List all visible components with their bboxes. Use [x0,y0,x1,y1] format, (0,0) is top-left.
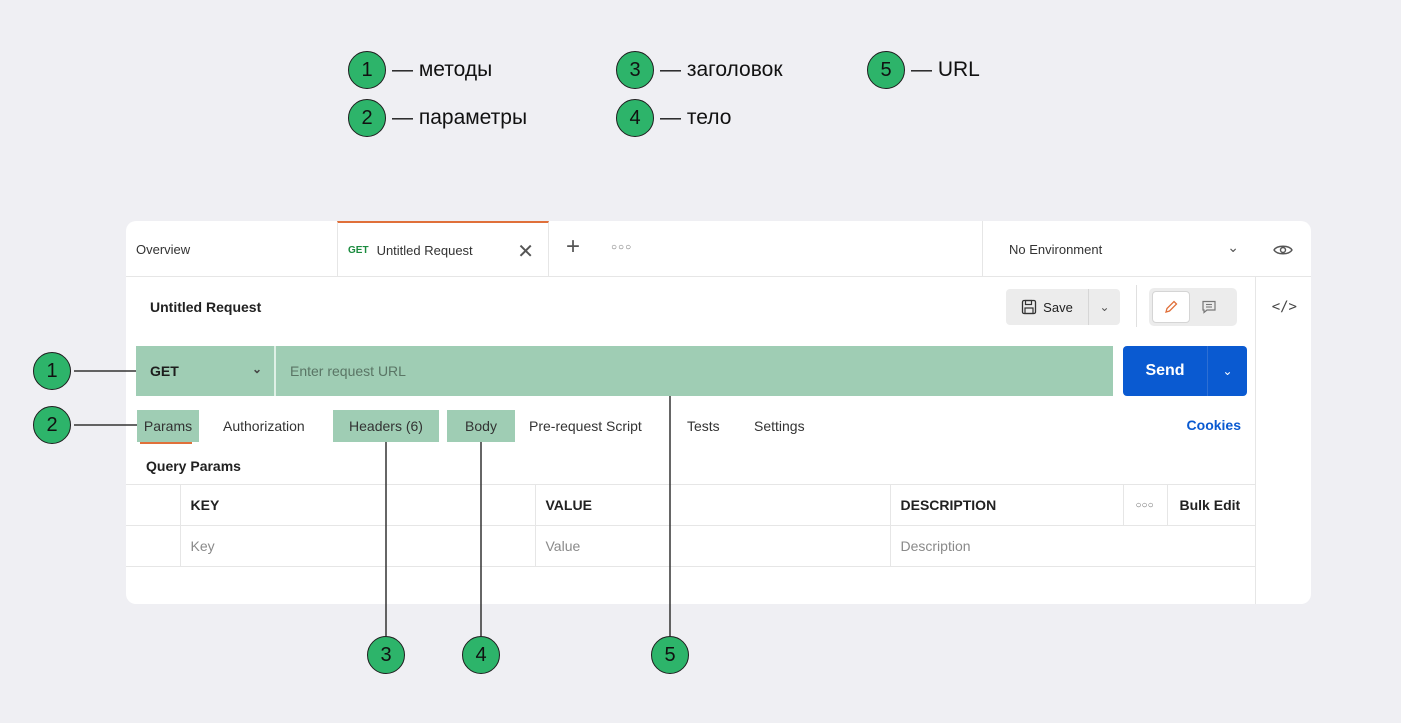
query-params-table: KEY VALUE DESCRIPTION ○○○ Bulk Edit Key … [126,484,1255,567]
annotation-badge-methods: 1 [33,352,71,390]
send-group: Send ⌄ [1123,346,1247,396]
code-icon[interactable]: </> [1272,299,1297,315]
table-header-checkbox-col [126,484,180,526]
table-header-key: KEY [179,484,535,526]
save-dropdown-button[interactable]: ⌄ [1088,289,1120,325]
more-tabs-icon[interactable]: ○○○ [611,242,632,253]
environment-select[interactable]: No Environment ⌄ [982,221,1255,277]
more-icon[interactable]: ○○○ [1122,484,1167,526]
query-params-title: Query Params [146,458,241,474]
request-title: Untitled Request [150,299,262,315]
legend-badge: 2 [348,99,386,137]
cookies-link[interactable]: Cookies [1187,417,1241,433]
chevron-down-icon: ⌄ [251,362,262,376]
comment-mode-button[interactable] [1190,291,1228,323]
legend-item-body: 4 — тело [616,99,731,137]
url-input[interactable] [276,346,1113,396]
tab-bar: Overview GET Untitled Request ✕ + ○○○ No… [126,221,1311,277]
tab-overview[interactable]: Overview [136,221,190,277]
legend-item-methods: 1 — методы [348,51,492,89]
save-button[interactable]: Save [1006,289,1088,325]
legend-badge: 3 [616,51,654,89]
tab-title: Untitled Request [376,242,473,258]
comment-icon [1202,300,1216,314]
legend-item-params: 2 — параметры [348,99,527,137]
environment-label: No Environment [1009,241,1103,257]
tab-params[interactable]: Params [137,410,199,442]
tab-body[interactable]: Body [447,410,515,442]
send-button[interactable]: Send [1123,346,1207,396]
tab-settings[interactable]: Settings [754,410,805,442]
tab-headers[interactable]: Headers (6) [333,410,439,442]
right-sidebar [1255,277,1311,604]
params-active-indicator [140,442,192,444]
annotation-badge-body: 4 [462,636,500,674]
bulk-edit-button[interactable]: Bulk Edit [1166,484,1255,526]
method-label: GET [150,363,179,379]
chevron-down-icon: ⌄ [1227,239,1239,255]
tab-untitled-request[interactable]: GET Untitled Request ✕ [337,221,549,277]
url-row: GET ⌄ [136,346,1113,396]
save-group: Save ⌄ [1006,289,1120,325]
legend-text: — тело [660,106,732,129]
tab-tests[interactable]: Tests [687,410,720,442]
annotation-badge-url: 5 [651,636,689,674]
legend-text: — заголовок [660,58,783,81]
table-header-value: VALUE [534,484,890,526]
legend-text: — URL [911,58,980,81]
legend-badge: 1 [348,51,386,89]
app-window: Overview GET Untitled Request ✕ + ○○○ No… [126,221,1311,604]
divider [1136,285,1137,327]
table-header-description: DESCRIPTION [889,484,1123,526]
value-cell[interactable]: Value [534,525,890,567]
tab-authorization[interactable]: Authorization [223,410,305,442]
legend-item-url: 5 — URL [867,51,980,89]
edit-mode-button[interactable] [1152,291,1190,323]
pencil-icon [1165,300,1178,313]
legend-badge: 4 [616,99,654,137]
legend-text: — параметры [392,106,528,129]
save-label: Save [1043,299,1073,315]
save-icon [1022,299,1037,315]
mode-toggle [1149,288,1237,326]
table-header-row: KEY VALUE DESCRIPTION ○○○ Bulk Edit [126,484,1255,526]
annotation-badge-headers: 3 [367,636,405,674]
description-cell[interactable]: Description [889,525,1255,567]
tab-method-tag: GET [348,244,369,256]
close-icon[interactable]: ✕ [517,239,534,264]
tab-pre-request-script[interactable]: Pre-request Script [529,410,642,442]
legend-text: — методы [392,58,493,81]
row-checkbox-cell [126,525,180,567]
new-tab-plus-icon[interactable]: + [566,233,580,261]
legend-badge: 5 [867,51,905,89]
eye-icon[interactable] [1273,243,1293,257]
method-select[interactable]: GET ⌄ [136,346,276,396]
table-row: Key Value Description [126,525,1255,567]
legend-item-headers: 3 — заголовок [616,51,783,89]
annotation-badge-params: 2 [33,406,71,444]
key-cell[interactable]: Key [179,525,535,567]
send-dropdown-button[interactable]: ⌄ [1207,346,1247,396]
